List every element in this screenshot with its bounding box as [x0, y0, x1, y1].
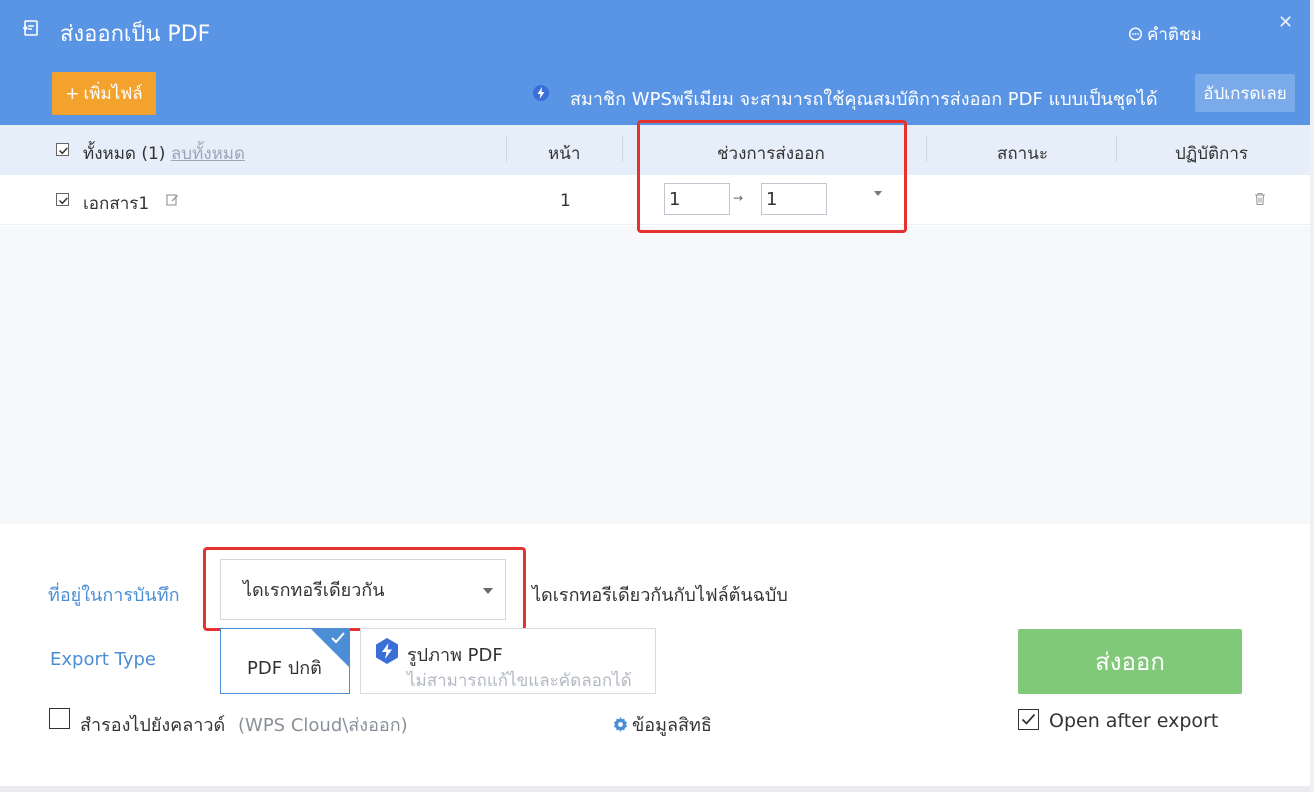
all-files-header: ทั้งหมด (1) ลบทั้งหมด — [83, 140, 245, 167]
dialog-title: ส่งออกเป็น PDF — [60, 22, 211, 47]
checkmark-icon — [58, 147, 68, 155]
trash-icon[interactable] — [1254, 192, 1266, 206]
column-divider — [1116, 136, 1117, 162]
open-after-export-label: Open after export — [1049, 710, 1219, 732]
save-location-description: ไดเรกทอรีเดียวกันกับไฟล์ต้นฉบับ — [532, 585, 788, 606]
edit-icon[interactable] — [166, 193, 179, 206]
table-row: เอกสาร1 1 — [0, 175, 1314, 225]
close-icon[interactable]: ✕ — [1278, 12, 1293, 33]
range-from-input[interactable] — [664, 183, 730, 215]
cloud-backup-label: สำรองไปยังคลาวด์ — [80, 715, 226, 736]
page-count: 1 — [560, 191, 571, 211]
upgrade-button[interactable]: อัปเกรดเลย — [1195, 74, 1295, 112]
open-after-export-checkbox[interactable] — [1018, 709, 1039, 730]
dialog-header: ส่งออกเป็น PDF คำติชม ✕ + เพิ่มไฟล์ สมาช… — [0, 0, 1314, 125]
all-count-label: ทั้งหมด (1) — [83, 144, 166, 164]
cloud-backup-checkbox[interactable] — [49, 708, 70, 729]
checkmark-icon — [1021, 713, 1036, 725]
feedback-label: คำติชม — [1147, 25, 1202, 45]
add-file-label: เพิ่มไฟล์ — [83, 84, 143, 104]
status-column-header: สถานะ — [997, 144, 1048, 164]
clear-all-link[interactable]: ลบทั้งหมด — [171, 144, 245, 164]
range-column-header: ช่วงการส่งออก — [717, 144, 825, 164]
file-name: เอกสาร1 — [83, 194, 150, 214]
rights-info-link[interactable]: ข้อมูลสิทธิ — [612, 710, 712, 739]
arrow-right-icon: → — [733, 191, 744, 205]
row-checkbox[interactable] — [56, 193, 69, 206]
feedback-link[interactable]: คำติชม — [1128, 21, 1202, 48]
file-list-empty-area — [0, 226, 1314, 524]
export-type-image-option[interactable]: รูปภาพ PDF ไม่สามารถแก้ไขและคัดลอกได้ — [360, 628, 656, 694]
select-all-checkbox[interactable] — [56, 143, 69, 156]
chevron-down-icon — [483, 588, 493, 594]
window-bottom-edge — [0, 786, 1314, 792]
save-location-value: ไดเรกทอรีเดียวกัน — [243, 580, 385, 601]
lightning-icon — [533, 85, 549, 101]
export-pdf-icon — [23, 20, 38, 36]
plus-icon: + — [65, 83, 80, 104]
window-right-edge — [1310, 0, 1314, 792]
column-divider — [622, 136, 623, 162]
save-location-select[interactable]: ไดเรกทอรีเดียวกัน — [220, 559, 506, 620]
column-divider — [506, 136, 507, 162]
gear-icon — [613, 717, 628, 732]
column-divider — [926, 136, 927, 162]
rights-info-label: ข้อมูลสิทธิ — [632, 715, 712, 736]
range-to-input[interactable] — [761, 183, 827, 215]
premium-promo-text: สมาชิก WPSพรีเมียม จะสามารถใช้คุณสมบัติก… — [570, 89, 1158, 110]
export-type-normal-option[interactable]: PDF ปกติ — [220, 628, 350, 694]
cloud-path: (WPS Cloud\ส่งออก) — [238, 715, 408, 736]
save-location-label: ที่อยู่ในการบันทึก — [48, 585, 180, 606]
export-type-label: Export Type — [50, 649, 156, 670]
chat-bubble-icon — [1128, 27, 1143, 41]
check-icon — [331, 632, 345, 644]
image-pdf-description: ไม่สามารถแก้ไขและคัดลอกได้ — [407, 671, 632, 691]
checkmark-icon — [58, 197, 68, 205]
image-pdf-label: รูปภาพ PDF — [407, 645, 503, 666]
export-button[interactable]: ส่งออก — [1018, 629, 1242, 694]
pages-column-header: หน้า — [548, 144, 581, 164]
range-dropdown-icon[interactable] — [874, 191, 882, 196]
actions-column-header: ปฏิบัติการ — [1175, 144, 1249, 164]
premium-lightning-icon — [376, 638, 398, 664]
add-file-button[interactable]: + เพิ่มไฟล์ — [52, 72, 156, 115]
